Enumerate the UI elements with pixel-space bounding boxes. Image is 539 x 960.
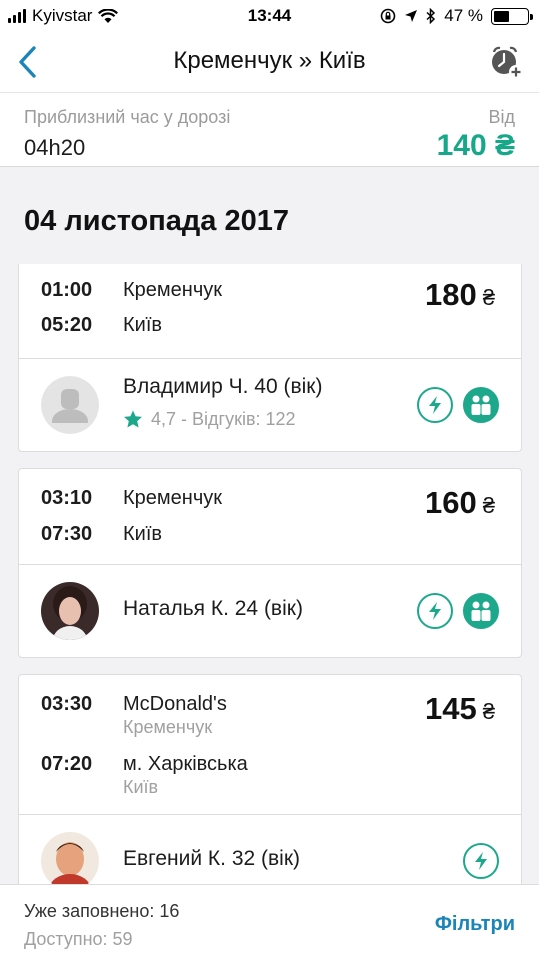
star-icon [124, 410, 142, 428]
filters-button[interactable]: Фільтри [435, 913, 515, 936]
travel-time-value: 04h20 [24, 135, 86, 160]
available-count: Доступно: 59 [24, 929, 133, 949]
trip-summary: Приблизний час у дорозі 04h20 Від 140 ₴ [0, 92, 539, 167]
price-currency: ₴ [482, 493, 495, 518]
trip-route[interactable]: 03:10 Кременчук 07:30 Київ 160 ₴ [19, 469, 521, 565]
price-amount: 145 [425, 691, 477, 726]
arrive-time: 07:30 [41, 523, 93, 545]
trip-price: 160 ₴ [425, 485, 495, 521]
trip-route[interactable]: 03:30 McDonald's Кременчук 07:20 м. Харк… [19, 675, 521, 815]
arrive-time: 07:20 [41, 753, 93, 775]
depart-city: Кременчук [123, 717, 213, 737]
avatar [41, 832, 99, 884]
depart-time: 03:10 [41, 487, 93, 509]
trip-price: 145 ₴ [425, 691, 495, 727]
arrive-city: Київ [123, 777, 159, 797]
trip-card[interactable]: 03:10 Кременчук 07:30 Київ 160 ₴ Наталья … [18, 468, 522, 658]
rotation-lock-icon [380, 8, 396, 24]
date-header: 04 листопада 2017 [24, 205, 289, 237]
depart-time: 01:00 [41, 279, 93, 301]
filled-count: Уже заповнено: 16 [24, 901, 180, 921]
alarm-add-button[interactable] [485, 42, 525, 82]
bottom-bar: Уже заповнено: 16 Доступно: 59 Фільтри [0, 884, 539, 960]
lightning-icon [417, 593, 453, 629]
trip-card[interactable]: 01:00 Кременчук 05:20 Київ 180 ₴ Владимир… [18, 264, 522, 452]
depart-place: McDonald's [123, 693, 227, 715]
price-amount: 180 [425, 277, 477, 312]
arrive-place: м. Харківська [123, 753, 248, 775]
alarm-add-icon [492, 46, 523, 79]
depart-place: Кременчук [123, 279, 222, 301]
driver-row[interactable]: Владимир Ч. 40 (вік) 4,7 - Відгуків: 122 [19, 359, 521, 451]
price-currency: ₴ [482, 285, 495, 310]
lightning-icon [417, 387, 453, 423]
passengers-icon [463, 593, 499, 629]
depart-time: 03:30 [41, 693, 93, 715]
status-bar: Kyivstar 13:44 47 % [0, 0, 539, 32]
driver-row[interactable]: Наталья К. 24 (вік) [19, 565, 521, 657]
arrive-place: Київ [123, 314, 163, 336]
passengers-icon [463, 387, 499, 423]
depart-place: Кременчук [123, 487, 222, 509]
status-right: 47 % [380, 6, 533, 26]
trip-badges [417, 593, 499, 629]
price-amount: 160 [425, 485, 477, 520]
driver-name: Евгений К. 32 (вік) [123, 847, 301, 870]
battery-level-fill [494, 10, 510, 22]
travel-time-label: Приблизний час у дорозі [24, 107, 231, 127]
battery-icon [491, 7, 533, 25]
arrive-place: Київ [123, 523, 163, 545]
price-currency: ₴ [482, 699, 495, 724]
driver-row[interactable]: Евгений К. 32 (вік) [19, 815, 521, 884]
trip-card[interactable]: 03:30 McDonald's Кременчук 07:20 м. Харк… [18, 674, 522, 884]
trip-list[interactable]: 01:00 Кременчук 05:20 Київ 180 ₴ Владимир… [0, 264, 539, 884]
page-title: Кременчук » Київ [173, 47, 366, 74]
avatar [41, 376, 99, 434]
trip-badges [417, 387, 499, 423]
trip-price: 180 ₴ [425, 277, 495, 313]
driver-rating: 4,7 - Відгуків: 122 [123, 409, 296, 430]
rating-text: 4,7 - Відгуків: 122 [151, 409, 296, 429]
trip-route[interactable]: 01:00 Кременчук 05:20 Київ 180 ₴ [19, 264, 521, 359]
avatar [41, 582, 99, 640]
location-icon [405, 10, 418, 22]
price-from-value: 140 ₴ [436, 129, 515, 162]
arrive-time: 05:20 [41, 314, 93, 336]
price-from-label: Від [488, 107, 515, 127]
lightning-icon [463, 843, 499, 879]
trip-badges [463, 843, 499, 879]
battery-percent: 47 % [444, 6, 483, 25]
navigation-bar: Кременчук » Київ [0, 32, 539, 92]
bluetooth-icon [426, 8, 436, 24]
driver-name: Наталья К. 24 (вік) [123, 597, 303, 620]
driver-name: Владимир Ч. 40 (вік) [123, 375, 323, 398]
